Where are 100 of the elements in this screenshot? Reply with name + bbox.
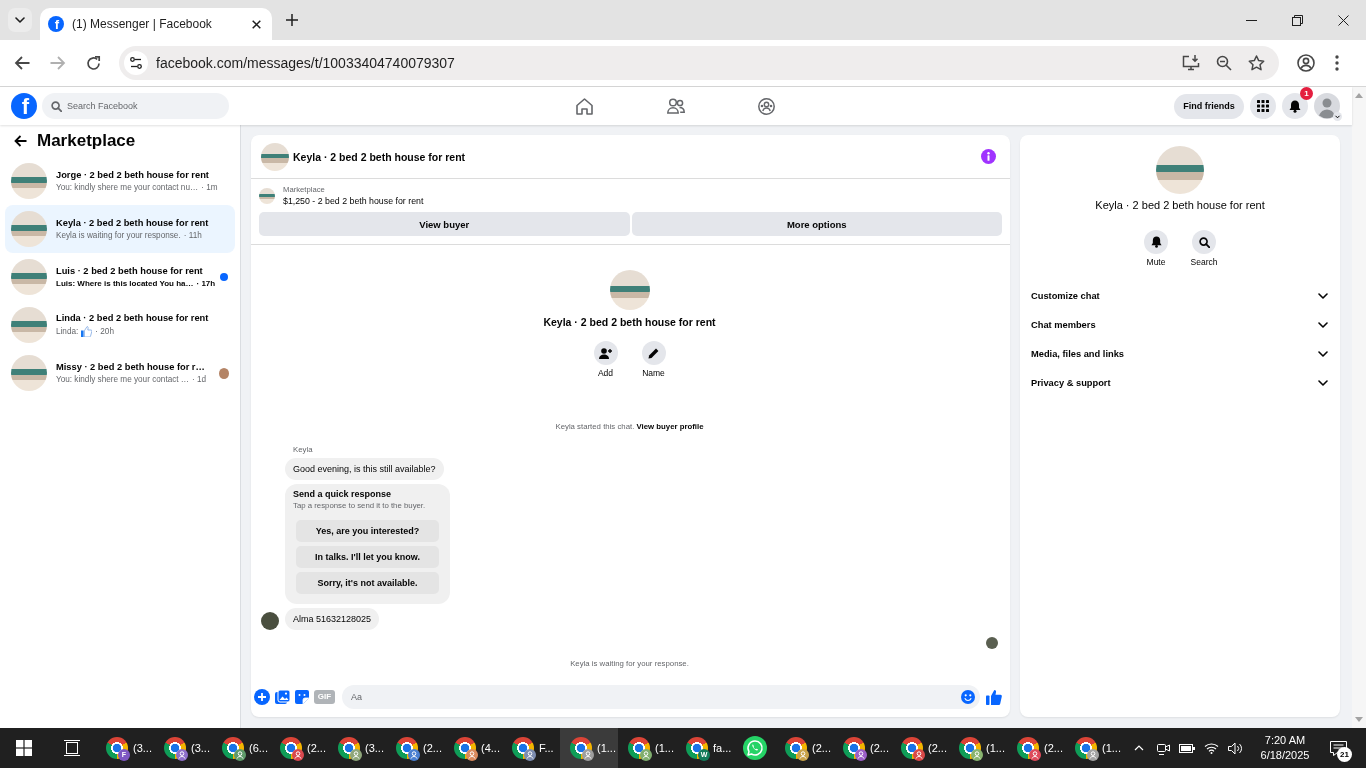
chevron-down-icon[interactable] — [1333, 112, 1342, 121]
listing-title[interactable]: $1,250 - 2 bed 2 beth house for rent — [283, 195, 424, 207]
quick-reply-button[interactable]: Yes, are you interested? — [296, 520, 439, 542]
star-icon[interactable] — [1248, 55, 1265, 71]
taskbar-app-button[interactable]: (2... — [386, 728, 444, 768]
message-time: · 1m — [201, 183, 218, 192]
mute-button[interactable] — [1144, 230, 1168, 254]
taskbar-app-button[interactable]: (2... — [891, 728, 949, 768]
plus-circle-icon[interactable] — [254, 688, 270, 705]
quick-reply-button[interactable]: Sorry, it's not available. — [296, 572, 439, 594]
sidebar-title: Marketplace — [37, 131, 136, 151]
back-arrow-icon[interactable] — [14, 135, 27, 147]
listing-photo — [11, 355, 47, 391]
info-icon[interactable] — [981, 149, 996, 164]
notification-icon[interactable] — [1329, 740, 1347, 756]
task-view-icon[interactable] — [63, 740, 81, 756]
section-toggle[interactable]: Chat members — [1020, 310, 1340, 339]
home-icon[interactable] — [576, 97, 593, 115]
listing-action-button[interactable]: View buyer — [259, 212, 630, 236]
address-bar[interactable]: facebook.com/messages/t/10033404740079307 — [119, 46, 1279, 80]
name-button[interactable] — [641, 341, 666, 365]
taskbar-app-button[interactable]: (3... — [328, 728, 386, 768]
notifications-button[interactable] — [1282, 93, 1308, 119]
quick-response-title: Send a quick response — [293, 488, 393, 500]
plus-icon[interactable] — [286, 14, 298, 26]
message-time: · 1d — [192, 375, 207, 384]
windows-start-icon[interactable] — [16, 740, 32, 756]
section-toggle[interactable]: Privacy & support — [1020, 368, 1340, 397]
conversation-item[interactable]: Linda · 2 bed 2 beth house for rent Linda: · 20h — [5, 301, 235, 349]
phone-bubble-icon — [742, 736, 767, 760]
message-time: · 17h — [196, 279, 216, 288]
message-field[interactable]: Aa — [342, 684, 980, 709]
conversation-item[interactable]: Luis · 2 bed 2 beth house for rent Luis: Where is this located You ha… · 17h — [5, 253, 235, 301]
quick-reply-button[interactable]: In talks. I'll let you know. — [296, 546, 439, 568]
reload-icon[interactable] — [86, 55, 101, 71]
message-time: · 11h — [183, 231, 202, 240]
restore-icon[interactable] — [1291, 14, 1303, 26]
profile-icon[interactable] — [1297, 54, 1315, 72]
section-toggle[interactable]: Customize chat — [1020, 281, 1340, 310]
listing-photo — [11, 259, 47, 295]
listing-photo — [11, 307, 47, 343]
monitor-download-icon[interactable] — [1182, 55, 1200, 71]
taskbar-app-button[interactable]: (1... — [618, 728, 676, 768]
conversation-title: Luis · 2 bed 2 beth house for rent — [56, 266, 204, 276]
taskbar-app-button[interactable]: (2... — [775, 728, 833, 768]
group-icon[interactable] — [758, 97, 775, 115]
zoom-out-icon[interactable] — [1216, 55, 1232, 71]
browser-tab[interactable]: f (1) Messenger | Facebook — [40, 8, 272, 40]
taskbar-app-button[interactable]: (2... — [833, 728, 891, 768]
action-label: Name — [642, 368, 665, 378]
menu-button[interactable] — [1250, 93, 1276, 119]
people-icon[interactable] — [666, 98, 685, 114]
wifi-icon[interactable] — [1203, 742, 1219, 754]
taskbar-app-button[interactable]: (3... — [154, 728, 212, 768]
conversation-title: Jorge · 2 bed 2 beth house for rent — [56, 170, 210, 180]
close-icon[interactable] — [1337, 14, 1349, 26]
video-camera-icon[interactable] — [1156, 741, 1170, 755]
listing-photo — [609, 270, 650, 310]
tab-search-button[interactable] — [8, 8, 32, 32]
clock-date[interactable]: 6/18/2025 — [1260, 748, 1310, 763]
conversation-item[interactable]: Jorge · 2 bed 2 beth house for rent You: kindly shere me your contact nu… · 1m — [5, 157, 235, 205]
conversation-item[interactable]: Missy · 2 bed 2 beth house for r… You: kindly shere me your contact … · 1d — [5, 349, 235, 397]
more-menu-icon[interactable] — [1335, 55, 1339, 71]
like-icon — [81, 326, 93, 337]
chat-title: Keyla · 2 bed 2 beth house for rent — [293, 150, 467, 163]
close-icon[interactable] — [252, 19, 261, 29]
conversation-item[interactable]: Keyla · 2 bed 2 beth house for rent Keyla is waiting for your response. · 11h — [5, 205, 235, 253]
action-label: Mute — [1146, 257, 1166, 267]
taskbar-app-button[interactable]: (2... — [270, 728, 328, 768]
message-bubble: Alma 51632128025 — [285, 608, 380, 630]
taskbar-app-button[interactable]: (6... — [212, 728, 270, 768]
action-label: Search — [1190, 257, 1218, 267]
taskbar-app-button[interactable]: (1... — [560, 728, 618, 768]
logo[interactable]: f — [11, 93, 37, 119]
search-field[interactable]: Search Facebook — [42, 93, 229, 119]
listing-photo — [1156, 146, 1204, 194]
section-toggle[interactable]: Media, files and links — [1020, 339, 1340, 368]
find-friends-button[interactable]: Find friends — [1174, 93, 1244, 119]
emoji-icon[interactable] — [961, 689, 975, 704]
battery-icon[interactable] — [1179, 743, 1195, 753]
sticker-icon[interactable] — [295, 689, 309, 704]
chevron-up-icon[interactable] — [1134, 745, 1144, 751]
message-preview: You: kindly shere me your contact nu… — [56, 183, 199, 192]
listing-action-button[interactable]: More options — [631, 212, 1002, 236]
volume-icon[interactable] — [1227, 741, 1243, 755]
taskbar-app-button[interactable]: (2... — [1007, 728, 1065, 768]
taskbar-app-button[interactable]: (1... — [1065, 728, 1123, 768]
back-arrow-icon[interactable] — [14, 56, 30, 70]
message-preview: You: kindly shere me your contact … — [56, 375, 190, 384]
minimize-icon[interactable] — [1245, 19, 1257, 21]
like-icon[interactable] — [986, 688, 1002, 705]
add-button[interactable] — [593, 341, 618, 365]
photo-icon[interactable] — [275, 689, 290, 704]
sliders-icon[interactable] — [124, 51, 148, 75]
taskbar-app-button[interactable]: (1... — [949, 728, 1007, 768]
search-button[interactable] — [1192, 230, 1216, 254]
listing-photo — [11, 163, 47, 199]
taskbar-app-button[interactable]: F... — [502, 728, 560, 768]
taskbar-app-button[interactable]: (4... — [444, 728, 502, 768]
clock-time[interactable]: 7:20 AM — [1264, 733, 1306, 748]
